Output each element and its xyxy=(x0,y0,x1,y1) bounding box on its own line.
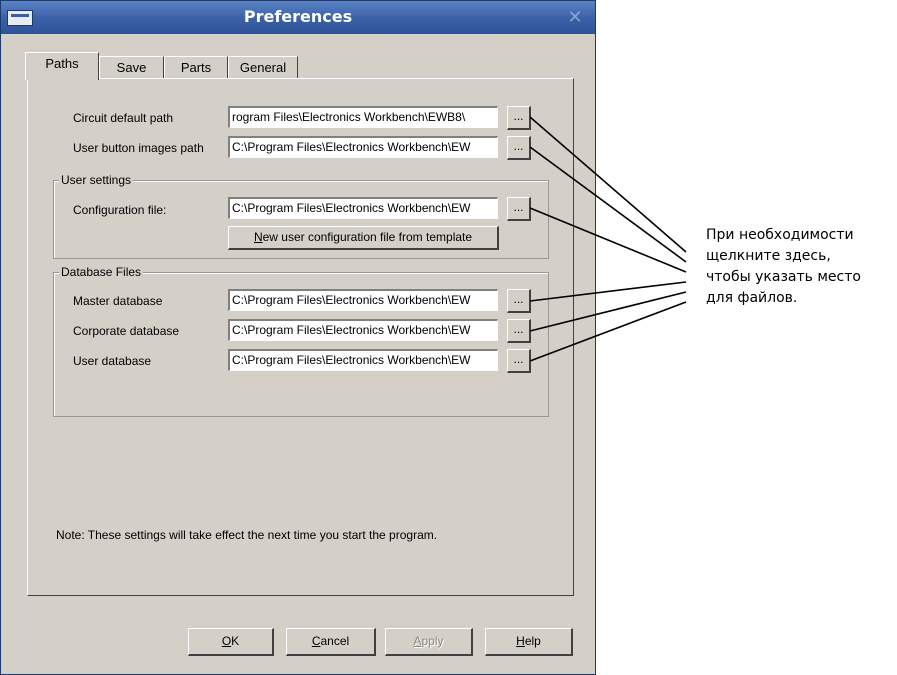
callout-line-circuit xyxy=(529,116,687,253)
callout-lines xyxy=(529,116,687,362)
callout-line-config xyxy=(529,207,687,273)
tab-paths[interactable]: Paths xyxy=(25,52,99,80)
callout-line-2: щелкните здесь, xyxy=(706,248,831,264)
callout-line-4: для файлов. xyxy=(706,290,798,306)
callout-line-1: При необходимости xyxy=(706,227,854,243)
callout-text: При необходимости щелкните здесь, чтобы … xyxy=(706,225,861,309)
callout-line-3: чтобы указать место xyxy=(706,269,861,285)
callout-line-images xyxy=(529,146,687,263)
